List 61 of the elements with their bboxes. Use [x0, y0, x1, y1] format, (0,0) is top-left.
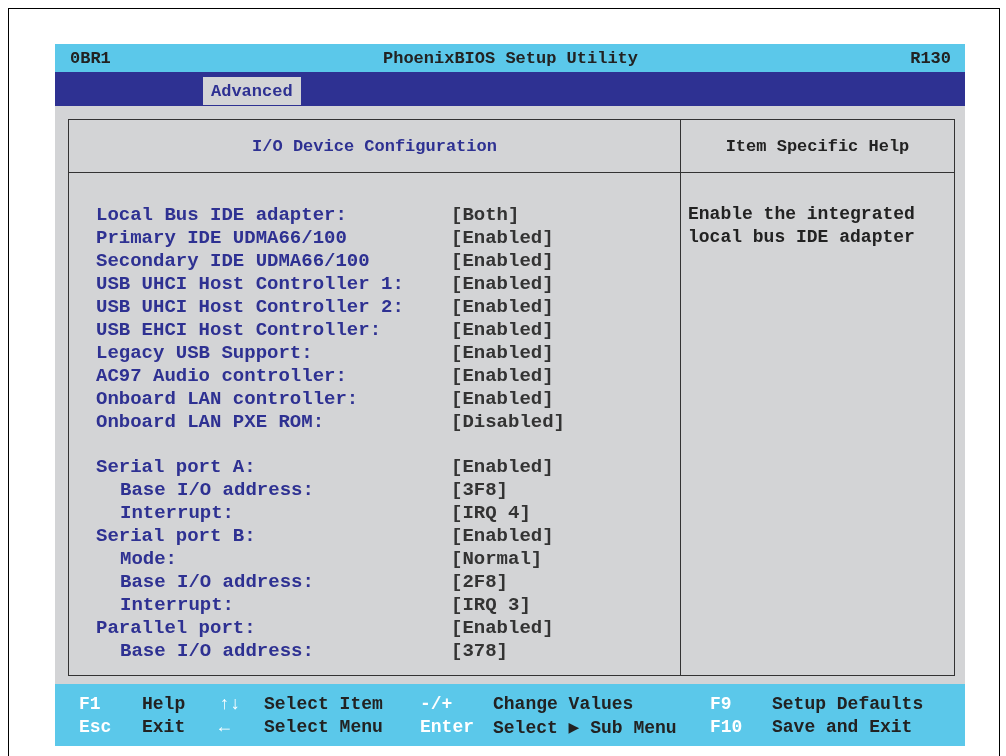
setting-value[interactable]: [Enabled]	[451, 616, 680, 639]
revision-code: R130	[910, 48, 951, 68]
key-action: Save and Exit	[772, 716, 914, 737]
setting-label[interactable]: Local Bus IDE adapter:	[96, 203, 451, 226]
setting-label[interactable]: Onboard LAN PXE ROM:	[96, 410, 451, 433]
key-name: ←	[219, 716, 231, 737]
key-action: Change Values	[493, 693, 635, 714]
model-code: 0BR1	[70, 48, 111, 68]
setting-value[interactable]: [Enabled]	[451, 455, 680, 478]
setting-value[interactable]: [Normal]	[451, 547, 680, 570]
setting-value[interactable]: [Both]	[451, 203, 680, 226]
key-name: F9	[710, 693, 733, 714]
setting-value[interactable]: [Enabled]	[451, 364, 680, 387]
key-action: Select Menu	[264, 716, 384, 737]
setting-label[interactable]: AC97 Audio controller:	[96, 364, 451, 387]
setting-value[interactable]: [2F8]	[451, 570, 680, 593]
setting-value[interactable]: [IRQ 3]	[451, 593, 680, 616]
setting-label[interactable]: Serial port A:	[96, 455, 451, 478]
setting-value[interactable]: [Enabled]	[451, 226, 680, 249]
key-name: Esc	[79, 716, 113, 737]
setting-value[interactable]: [378]	[451, 639, 680, 662]
help-title: Item Specific Help	[725, 136, 910, 156]
setting-value[interactable]: [3F8]	[451, 478, 680, 501]
setting-value[interactable]: [Enabled]	[451, 524, 680, 547]
setting-label[interactable]: Mode:	[120, 547, 451, 570]
key-name: F10	[710, 716, 744, 737]
setting-label[interactable]: Parallel port:	[96, 616, 451, 639]
panel-title: I/O Device Configuration	[252, 136, 497, 156]
setting-label[interactable]: Base I/O address:	[120, 639, 451, 662]
setting-label[interactable]: Interrupt:	[120, 501, 451, 524]
setting-value[interactable]: [Disabled]	[451, 410, 680, 433]
key-action: Exit	[142, 716, 187, 737]
setting-label[interactable]: Interrupt:	[120, 593, 451, 616]
setting-label[interactable]: Primary IDE UDMA66/100	[96, 226, 451, 249]
setting-label[interactable]: Base I/O address:	[120, 478, 451, 501]
setting-value[interactable]: [Enabled]	[451, 387, 680, 410]
setting-value[interactable]: [IRQ 4]	[451, 501, 680, 524]
key-action: Help	[142, 693, 187, 714]
setting-value[interactable]: [Enabled]	[451, 318, 680, 341]
key-name: F1	[79, 693, 102, 714]
key-action: Select Item	[264, 693, 384, 714]
setting-label[interactable]: Base I/O address:	[120, 570, 451, 593]
key-name: ↑↓	[219, 693, 242, 714]
key-name: -/+	[420, 693, 454, 714]
key-action: Setup Defaults	[772, 693, 925, 714]
window-title: PhoenixBIOS Setup Utility	[383, 48, 639, 68]
help-text: Enable the integrated local bus IDE adapter	[688, 203, 916, 249]
setting-label[interactable]: Legacy USB Support:	[96, 341, 451, 364]
menu-tab[interactable]: Advanced	[203, 77, 301, 105]
setting-value[interactable]: [Enabled]	[451, 249, 680, 272]
setting-value[interactable]: [Enabled]	[451, 341, 680, 364]
setting-label[interactable]: Secondary IDE UDMA66/100	[96, 249, 451, 272]
setting-label[interactable]: USB EHCI Host Controller:	[96, 318, 451, 341]
setting-label[interactable]: USB UHCI Host Controller 1:	[96, 272, 451, 295]
setting-label[interactable]: USB UHCI Host Controller 2:	[96, 295, 451, 318]
setting-label[interactable]: Serial port B:	[96, 524, 451, 547]
key-action: Select ▶ Sub Menu	[493, 716, 678, 738]
setting-value[interactable]: [Enabled]	[451, 272, 680, 295]
setting-value[interactable]: [Enabled]	[451, 295, 680, 318]
setting-label[interactable]: Onboard LAN controller:	[96, 387, 451, 410]
key-name: Enter	[420, 716, 475, 737]
